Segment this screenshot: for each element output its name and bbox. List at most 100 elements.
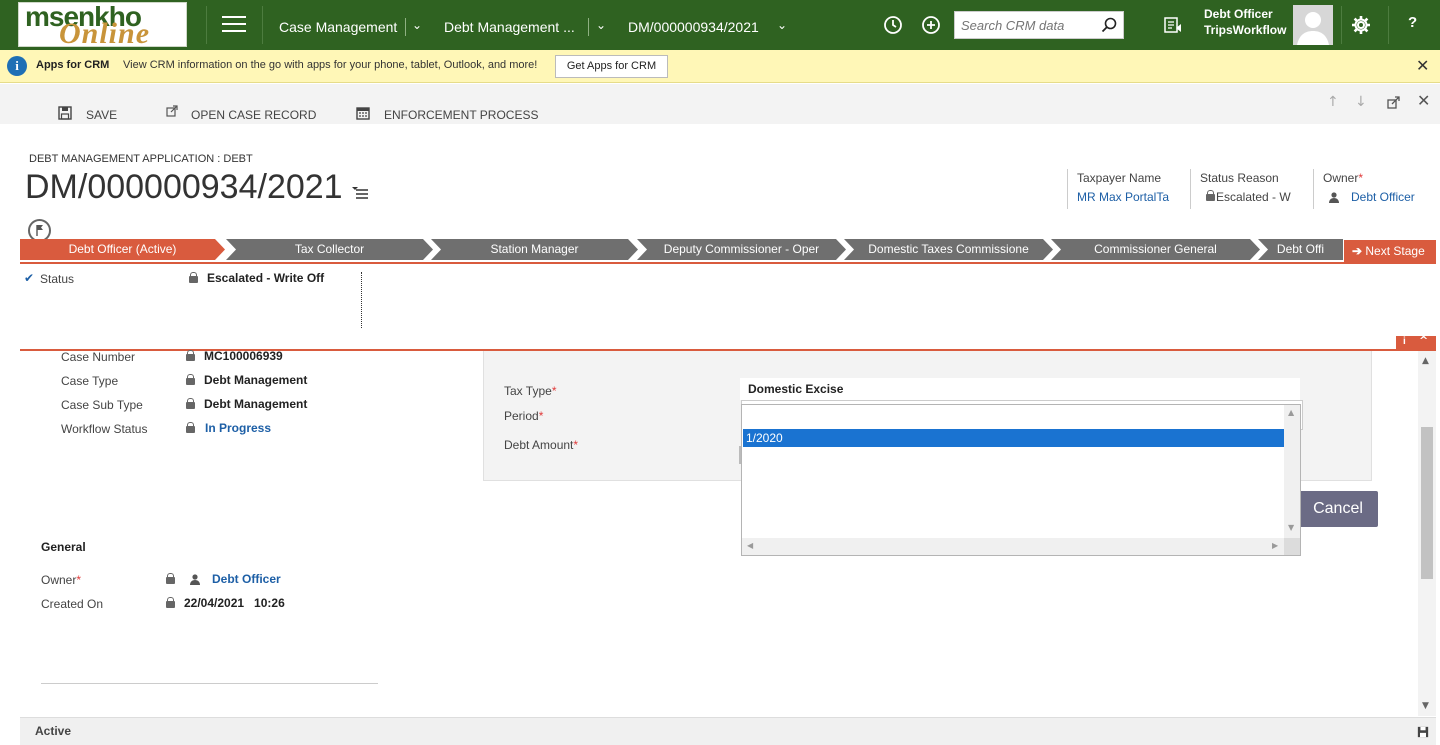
avatar[interactable] <box>1293 5 1333 45</box>
scrollbar-thumb[interactable] <box>1421 427 1433 579</box>
close-icon[interactable]: ✕ <box>1416 56 1429 75</box>
stage-debt-officer-final[interactable]: Debt Offi <box>1258 239 1343 260</box>
close-icon[interactable]: ✕ <box>1417 91 1430 110</box>
arrow-down-icon[interactable]: ↓ <box>1355 94 1367 110</box>
scroll-down-icon[interactable]: ▼ <box>1422 701 1429 711</box>
enforcement-process-button[interactable]: ENFORCEMENT PROCESS <box>384 108 538 122</box>
nav-module[interactable]: Case Management <box>279 19 397 35</box>
scrollbar[interactable]: ▲ ▼ <box>1418 351 1436 716</box>
lock-icon <box>189 272 198 283</box>
chevron-down-icon[interactable]: ⌄ <box>777 18 787 32</box>
notification-message: View CRM information on the go with apps… <box>123 59 538 71</box>
save-button[interactable]: SAVE <box>86 108 117 122</box>
open-case-record-button[interactable]: OPEN CASE RECORD <box>191 108 316 122</box>
chevron-down-icon[interactable]: ⌄ <box>412 18 422 32</box>
user-icon <box>190 574 200 585</box>
notification-title: Apps for CRM <box>36 59 110 71</box>
logo-text-script: Online <box>59 17 151 47</box>
stage-domestic-taxes-commissioner[interactable]: Domestic Taxes Commissione <box>844 239 1053 260</box>
search-box[interactable] <box>954 11 1124 39</box>
collapse-icon[interactable]: ^ <box>1419 334 1428 347</box>
tax-type-field[interactable]: Domestic Excise <box>740 378 1300 400</box>
created-on-value: 22/04/2021 10:26 <box>184 596 285 610</box>
arrow-up-icon[interactable]: ↑ <box>1327 94 1339 110</box>
tax-type-label: Tax Type* <box>504 384 557 398</box>
recent-history-icon[interactable] <box>883 15 903 39</box>
case-type-value: Debt Management <box>204 373 308 387</box>
advanced-find-icon[interactable] <box>1163 15 1183 39</box>
section-controls: i ^ <box>1396 334 1436 350</box>
lock-icon <box>166 597 175 608</box>
field-label: Status Reason <box>1200 171 1279 185</box>
workflow-status-label: Workflow Status <box>61 422 148 436</box>
status-value: Escalated - Write Off <box>207 271 325 285</box>
calendar-icon[interactable] <box>356 106 370 120</box>
workflow-status-link[interactable]: In Progress <box>205 421 271 435</box>
gear-icon[interactable] <box>1351 15 1371 39</box>
open-record-icon[interactable] <box>166 105 178 117</box>
section-title: General <box>41 540 86 554</box>
stage-debt-officer[interactable]: Debt Officer (Active) <box>20 239 225 260</box>
info-icon[interactable]: i <box>1403 336 1406 347</box>
nav-entity[interactable]: Debt Management ... <box>444 19 575 35</box>
save-icon[interactable] <box>1417 726 1429 738</box>
status-footer: Active <box>20 717 1436 745</box>
scrollbar[interactable]: ▲ ▼ <box>1284 405 1300 538</box>
owner-label-text: Owner <box>41 573 77 587</box>
status-reason-row: Escalated - W <box>1200 190 1305 204</box>
scroll-right-icon[interactable]: ▶ <box>1272 541 1278 550</box>
msenkho-logo[interactable]: msenkho Online <box>18 2 187 47</box>
cancel-button[interactable]: Cancel <box>1298 491 1378 527</box>
scrollbar[interactable]: ◀ ▶ <box>742 538 1285 555</box>
owner-label: Owner <box>1323 171 1359 185</box>
stage-underline <box>20 262 1436 264</box>
owner-link[interactable]: Debt Officer <box>1351 190 1415 204</box>
divider <box>588 18 589 36</box>
lock-icon <box>186 374 195 385</box>
owner-label: Owner* <box>41 573 82 587</box>
debt-amount-label: Debt Amount* <box>504 438 579 452</box>
lock-icon <box>166 573 175 584</box>
user-info[interactable]: Debt Officer TripsWorkflow <box>1204 6 1286 38</box>
stage-station-manager[interactable]: Station Manager <box>431 239 638 260</box>
help-icon[interactable]: ? <box>1408 14 1417 31</box>
stage-deputy-commissioner[interactable]: Deputy Commissioner - Oper <box>637 239 846 260</box>
scrollbar-corner <box>1284 538 1300 555</box>
user-icon <box>1329 192 1339 203</box>
owner-row: Debt Officer <box>1323 190 1423 204</box>
page-title: DM/000000934/2021 <box>25 168 343 206</box>
process-stages: Debt Officer (Active) Tax Collector Stat… <box>20 239 1343 260</box>
scroll-up-icon[interactable]: ▲ <box>1288 408 1294 417</box>
scroll-left-icon[interactable]: ◀ <box>747 541 753 550</box>
get-apps-button[interactable]: Get Apps for CRM <box>555 55 668 78</box>
stage-commissioner-general[interactable]: Commissioner General <box>1051 239 1260 260</box>
create-new-icon[interactable] <box>921 15 941 39</box>
stage-tax-collector[interactable]: Tax Collector <box>226 239 433 260</box>
popout-icon[interactable] <box>1387 96 1400 109</box>
field-label: Taxpayer Name <box>1077 171 1162 185</box>
period-option[interactable]: 1/2020 <box>743 429 1284 447</box>
next-stage-label: Next Stage <box>1365 244 1425 258</box>
case-sub-type-value: Debt Management <box>204 397 308 411</box>
divider <box>1388 6 1389 44</box>
chevron-down-icon[interactable]: ⌄ <box>596 18 606 32</box>
save-icon[interactable] <box>58 106 72 120</box>
taxpayer-name-link[interactable]: MR Max PortalTa <box>1077 190 1182 204</box>
scroll-down-icon[interactable]: ▼ <box>1288 523 1294 532</box>
arrow-right-icon: ➔ <box>1352 244 1366 258</box>
lock-icon <box>1206 190 1215 201</box>
scroll-up-icon[interactable]: ▲ <box>1422 356 1429 366</box>
nav-record[interactable]: DM/000000934/2021 <box>628 19 759 35</box>
form-selector-icon[interactable] <box>351 185 369 199</box>
search-icon[interactable] <box>1101 17 1117 37</box>
owner-link[interactable]: Debt Officer <box>212 572 281 586</box>
period-dropdown-list[interactable]: 1/2020 ▲ ▼ ◀ ▶ <box>741 404 1301 556</box>
period-label-text: Period <box>504 409 539 423</box>
notification-bar: i Apps for CRM View CRM information on t… <box>0 50 1440 83</box>
hamburger-menu-icon[interactable] <box>222 16 246 34</box>
user-org: TripsWorkflow <box>1204 23 1287 37</box>
divider <box>1341 6 1342 44</box>
divider <box>361 272 362 328</box>
next-stage-button[interactable]: ➔ Next Stage <box>1344 240 1436 263</box>
search-input[interactable] <box>955 12 1095 38</box>
